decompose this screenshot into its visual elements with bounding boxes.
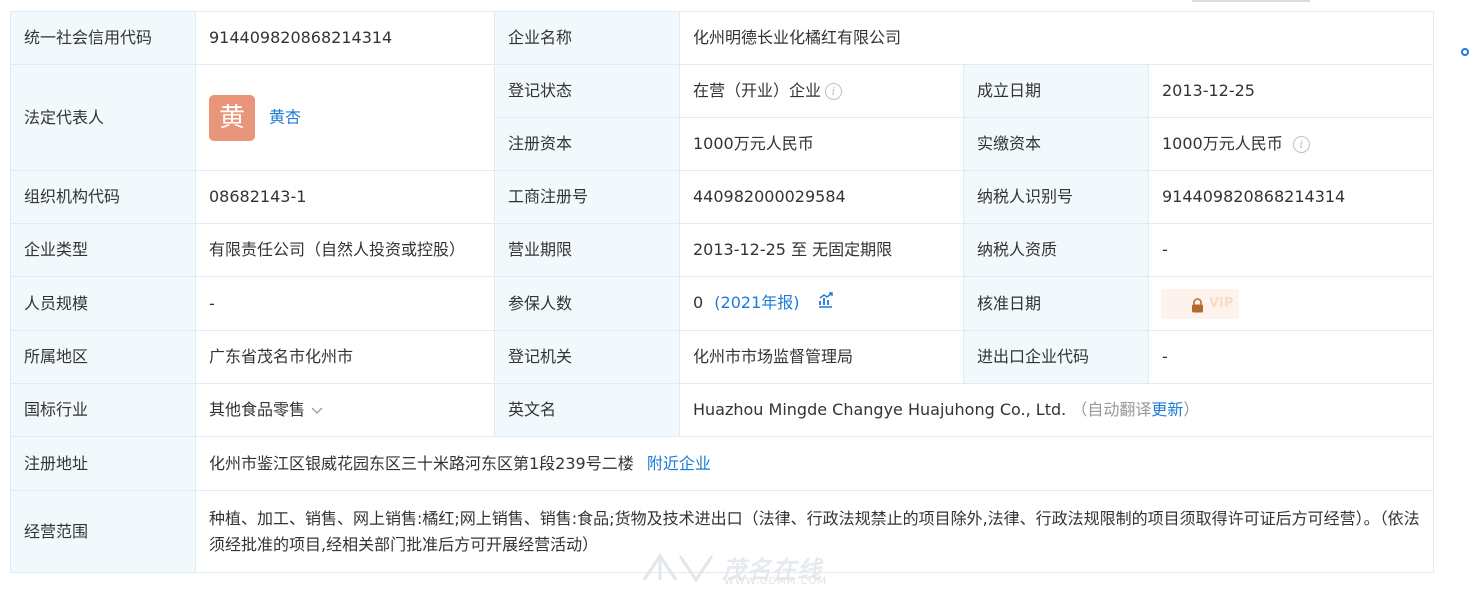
address-value: 化州市鉴江区银威花园东区三十米路河东区第1段239号二楼	[209, 453, 634, 473]
info-icon[interactable]: i	[825, 83, 843, 100]
auto-translate-close: ）	[1183, 400, 1200, 419]
scope-value: 种植、加工、销售、网上销售:橘红;网上销售、销售:食品;货物及技术进出口（法律、…	[194, 490, 1435, 573]
est-date-value: 2013-12-25	[1147, 64, 1435, 118]
insured-label: 参保人数	[494, 276, 680, 331]
vip-lock-badge[interactable]: VIP	[1161, 288, 1239, 320]
nearby-companies-link[interactable]: 附近企业	[647, 454, 711, 473]
watermark-url: WWW.GDMM.COM	[724, 576, 828, 587]
lock-icon	[1191, 296, 1204, 320]
staff-size-value: -	[195, 276, 495, 331]
region-label: 所属地区	[10, 330, 196, 384]
address-cell: 化州市鉴江区银威花园东区三十米路河东区第1段239号二楼 附近企业	[194, 436, 1435, 491]
import-export-code-label: 进出口企业代码	[963, 330, 1149, 384]
company-type-label: 企业类型	[10, 223, 196, 277]
scroll-indicator[interactable]	[1461, 48, 1469, 56]
legal-rep-cell: 黄黄杏	[195, 64, 495, 171]
chevron-down-icon[interactable]	[311, 398, 323, 422]
table-row: 经营范围 种植、加工、销售、网上销售:橘红;网上销售、销售:食品;货物及技术进出…	[10, 490, 1435, 573]
table-row: 注册地址 化州市鉴江区银威花园东区三十米路河东区第1段239号二楼 附近企业	[10, 436, 1435, 491]
reg-status-cell: 在营（开业）企业 i	[679, 64, 964, 118]
auto-translate-note: （自动翻译	[1071, 400, 1152, 419]
org-code-value: 08682143-1	[195, 170, 495, 224]
english-name-cell: Huazhou Mingde Changye Huajuhong Co., Lt…	[678, 383, 1435, 437]
top-scrollbar-hint	[1192, 0, 1310, 2]
company-name-value: 化州明德长业化橘红有限公司	[678, 11, 1435, 65]
biz-reg-no-value: 440982000029584	[679, 170, 964, 224]
company-info-table: 统一社会信用代码 914409820868214314 企业名称 化州明德长业化…	[10, 11, 1435, 573]
approval-date-cell: VIP	[1147, 276, 1435, 331]
avatar[interactable]: 黄	[209, 94, 255, 141]
reg-authority-value: 化州市市场监督管理局	[679, 330, 964, 384]
reg-authority-label: 登记机关	[494, 330, 680, 384]
paid-capital-label: 实缴资本	[963, 117, 1149, 171]
import-export-code-value: -	[1147, 330, 1435, 384]
insured-cell: 0 (2021年报)	[679, 276, 964, 331]
est-date-label: 成立日期	[963, 64, 1149, 118]
scope-label: 经营范围	[10, 490, 196, 573]
address-label: 注册地址	[10, 436, 196, 491]
taxpayer-qual-label: 纳税人资质	[963, 223, 1149, 277]
paid-capital-cell: 1000万元人民币 i	[1147, 117, 1435, 171]
table-row: 统一社会信用代码 914409820868214314 企业名称 化州明德长业化…	[10, 11, 1435, 65]
taxpayer-qual-value: -	[1147, 223, 1435, 277]
english-name-value: Huazhou Mingde Changye Huajuhong Co., Lt…	[693, 400, 1067, 419]
company-type-value: 有限责任公司（自然人投资或控股）	[195, 223, 495, 277]
reg-capital-value: 1000万元人民币	[679, 117, 964, 171]
table-row: 国标行业 其他食品零售 英文名 Huazhou Mingde Changye H…	[10, 383, 1435, 437]
taxpayer-id-label: 纳税人识别号	[963, 170, 1149, 224]
reg-status-value: 在营（开业）企业	[693, 81, 822, 100]
industry-value[interactable]: 其他食品零售	[209, 400, 305, 419]
credit-code-label: 统一社会信用代码	[10, 11, 196, 65]
insured-value: 0	[693, 293, 704, 313]
reg-capital-label: 注册资本	[494, 117, 680, 171]
legal-rep-label: 法定代表人	[10, 64, 196, 171]
industry-label: 国标行业	[10, 383, 196, 437]
trend-chart-icon[interactable]	[817, 292, 834, 316]
credit-code-value: 914409820868214314	[195, 11, 495, 65]
table-row: 法定代表人 黄黄杏 登记状态 在营（开业）企业 i 成立日期 2013-12-25	[10, 64, 1435, 171]
paid-capital-value: 1000万元人民币	[1162, 134, 1283, 153]
biz-term-label: 营业期限	[494, 223, 680, 277]
update-link[interactable]: 更新	[1151, 400, 1183, 419]
vip-text: VIP	[1209, 295, 1234, 311]
biz-term-value: 2013-12-25 至 无固定期限	[679, 223, 964, 277]
region-value: 广东省茂名市化州市	[195, 330, 495, 384]
industry-cell[interactable]: 其他食品零售	[195, 383, 495, 437]
table-row: 所属地区 广东省茂名市化州市 登记机关 化州市市场监督管理局 进出口企业代码 -	[10, 330, 1435, 384]
company-name-label: 企业名称	[494, 11, 680, 65]
table-row: 人员规模 - 参保人数 0 (2021年报) 核准日期 VIP	[10, 276, 1435, 331]
biz-reg-no-label: 工商注册号	[494, 170, 680, 224]
taxpayer-id-value: 914409820868214314	[1147, 170, 1435, 224]
table-row: 组织机构代码 08682143-1 工商注册号 440982000029584 …	[10, 170, 1435, 224]
staff-size-label: 人员规模	[10, 276, 196, 331]
info-icon[interactable]: i	[1292, 136, 1310, 153]
legal-rep-name-link[interactable]: 黄杏	[269, 107, 301, 126]
annual-report-link[interactable]: (2021年报)	[714, 293, 799, 312]
english-name-label: 英文名	[494, 383, 680, 437]
approval-date-label: 核准日期	[963, 276, 1149, 331]
table-row: 企业类型 有限责任公司（自然人投资或控股） 营业期限 2013-12-25 至 …	[10, 223, 1435, 277]
org-code-label: 组织机构代码	[10, 170, 196, 224]
reg-status-label: 登记状态	[494, 64, 680, 118]
